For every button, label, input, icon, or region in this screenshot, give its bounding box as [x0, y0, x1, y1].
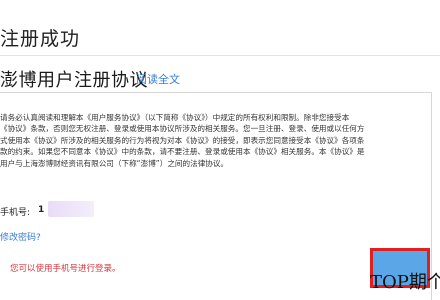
- phone-label: 手机号:: [0, 208, 31, 218]
- change-password-link[interactable]: 修改密码?: [0, 230, 41, 243]
- login-notice: 您可以使用手机号进行登录。: [10, 264, 121, 274]
- phone-value: 1: [38, 205, 45, 215]
- registration-success-page: 注册成功 澎博用户注册协议 阅读全文 请务必认真阅读和理解本《用户服务协议》（以…: [0, 0, 440, 300]
- header-divider: [0, 55, 440, 56]
- phone-redaction: [48, 201, 94, 217]
- agreement-title: 澎博用户注册协议: [0, 70, 148, 91]
- page-title: 注册成功: [0, 28, 81, 50]
- agreement-text: 请务必认真阅读和理解本《用户服务协议》（以下简称《协议》）中规定的所有权利和限制…: [0, 113, 365, 168]
- watermark-text: TOP期个: [370, 272, 440, 293]
- read-full-text-link[interactable]: 阅读全文: [136, 71, 180, 87]
